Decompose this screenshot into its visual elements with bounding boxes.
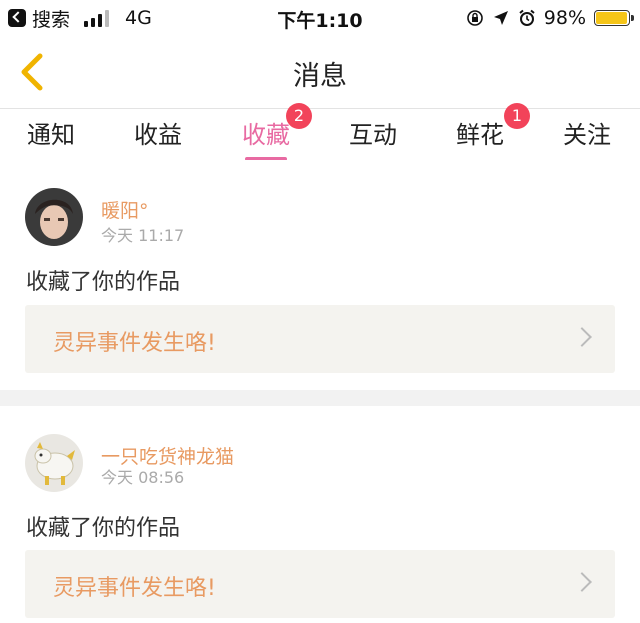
tab-following[interactable]: 关注 <box>547 115 627 150</box>
tab-badge: 1 <box>504 103 530 129</box>
avatar[interactable] <box>25 188 83 246</box>
message-action: 收藏了你的作品 <box>26 270 181 295</box>
message-time: 今天 08:56 <box>101 468 185 487</box>
chevron-right-icon <box>572 572 592 592</box>
tab-label: 收藏 <box>242 121 290 149</box>
tab-badge: 2 <box>286 103 312 129</box>
tab-label: 关注 <box>563 121 611 149</box>
tab-notifications[interactable]: 通知 <box>11 115 91 150</box>
message-card: 暖阳° 今天 11:17 收藏了你的作品 灵异事件发生咯! <box>0 160 640 390</box>
page-title: 消息 <box>293 61 347 92</box>
tab-label: 互动 <box>349 121 397 149</box>
tab-flowers[interactable]: 鲜花 1 <box>440 103 530 150</box>
work-link[interactable]: 灵异事件发生咯! <box>25 550 615 618</box>
location-arrow-icon <box>493 11 508 25</box>
tab-bar: 通知 收益 收藏 2 互动 鲜花 1 关注 <box>0 103 640 161</box>
message-action: 收藏了你的作品 <box>26 516 181 541</box>
avatar[interactable] <box>25 434 83 492</box>
battery-percent: 98% <box>543 7 586 29</box>
tab-earnings[interactable]: 收益 <box>118 115 198 150</box>
status-bar: 搜索 4G 下午1:10 98% <box>0 0 640 36</box>
work-title: 灵异事件发生咯! <box>53 576 216 601</box>
user-avatar-image <box>25 434 83 492</box>
user-avatar-image <box>25 188 83 246</box>
battery-icon <box>594 10 634 26</box>
tab-label: 通知 <box>27 121 75 149</box>
battery-fill <box>596 12 628 24</box>
section-divider <box>0 390 640 406</box>
message-card: 一只吃货神龙猫 今天 08:56 收藏了你的作品 灵异事件发生咯! <box>0 406 640 623</box>
alarm-icon <box>519 9 535 26</box>
message-time: 今天 11:17 <box>101 226 185 245</box>
tab-label: 收益 <box>134 121 182 149</box>
username[interactable]: 暖阳° <box>101 196 149 223</box>
work-title: 灵异事件发生咯! <box>53 331 216 356</box>
tab-favorites[interactable]: 收藏 2 <box>226 103 312 161</box>
nav-bar: 消息 <box>0 36 640 109</box>
orientation-lock-icon <box>466 10 483 26</box>
chevron-right-icon <box>572 327 592 347</box>
tab-interactions[interactable]: 互动 <box>333 115 413 150</box>
work-link[interactable]: 灵异事件发生咯! <box>25 305 615 373</box>
tab-label: 鲜花 <box>456 121 504 149</box>
